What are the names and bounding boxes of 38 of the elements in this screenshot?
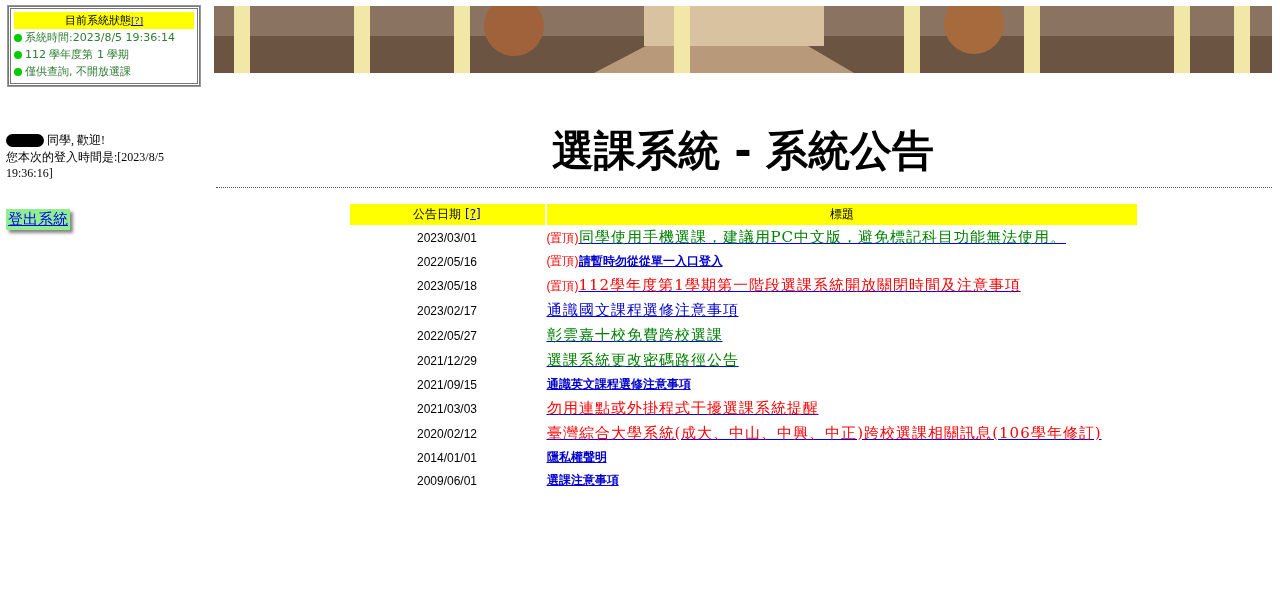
pinned-label: (置頂) <box>546 231 579 245</box>
date-cell-text: 2021/09/15 <box>415 376 479 394</box>
column-header: 公告日期 [?] <box>349 204 545 225</box>
status-text: 112 學年度第 1 學期 <box>25 47 130 62</box>
date-cell-text: 2023/05/18 <box>415 277 479 295</box>
pinned-label: (置頂) <box>546 279 579 293</box>
help-link[interactable]: [?] <box>465 207 481 221</box>
announcement-link[interactable]: 彰雲嘉十校免費跨校選課 <box>546 326 723 344</box>
column-header: 標題 <box>546 204 1137 225</box>
announcement-link[interactable]: 隱私權聲明 <box>546 450 607 464</box>
announcement-link[interactable]: 請暫時勿從從單一入口登入 <box>578 254 723 268</box>
date-cell-text: 2021/03/03 <box>415 400 479 418</box>
announcement-link[interactable]: 勿用連點或外掛程式干擾選課系統提醒 <box>546 399 819 417</box>
login-time-text: 您本次的登入時間是:[2023/8/5 19:36:16] <box>6 149 165 181</box>
pinned-label: (置頂) <box>546 254 579 268</box>
date-cell-text: 2009/06/01 <box>415 472 479 490</box>
date-cell-text: 2023/02/17 <box>415 302 479 320</box>
announcement-link[interactable]: 臺灣綜合大學系統(成大、中山、中興、中正)跨校選課相關訊息(106學年修訂) <box>546 424 1102 442</box>
announcement-link[interactable]: 通識英文課程選修注意事項 <box>546 377 691 391</box>
date-cell-text: 2022/05/27 <box>415 327 479 345</box>
date-cell-text: 2022/05/16 <box>415 253 479 271</box>
date-cell-text: 2014/01/01 <box>415 449 479 467</box>
date-cell-text: 2020/02/12 <box>415 425 479 443</box>
date-cell-text: 2021/12/29 <box>415 352 479 370</box>
status-text: 系統時間:2023/8/5 19:36:14 <box>25 30 175 45</box>
announcement-link[interactable]: 通識國文課程選修注意事項 <box>546 301 739 319</box>
date-cell-text: 2023/03/01 <box>415 229 479 247</box>
greeting-text: 同學, 歡迎! <box>47 132 105 149</box>
announcement-link[interactable]: 選課注意事項 <box>546 473 619 487</box>
status-text: 僅供查詢, 不開放選課 <box>25 64 131 79</box>
announcement-link[interactable]: 選課系統更改密碼路徑公告 <box>546 351 739 369</box>
announcement-link[interactable]: 112學年度第1學期第一階段選課系統開放關閉時間及注意事項 <box>578 276 1021 294</box>
logout-link[interactable]: 登出系統 <box>6 209 70 230</box>
help-link[interactable]: [?] <box>130 14 144 26</box>
status-title: 目前系統狀態[?] <box>14 12 194 29</box>
announcement-link[interactable]: 同學使用手機選課，建議用PC中文版，避免標記科目功能無法使用。 <box>578 228 1067 246</box>
page-heading: 選課系統 - 系統公告 <box>550 125 936 177</box>
redaction-mark <box>6 134 44 147</box>
